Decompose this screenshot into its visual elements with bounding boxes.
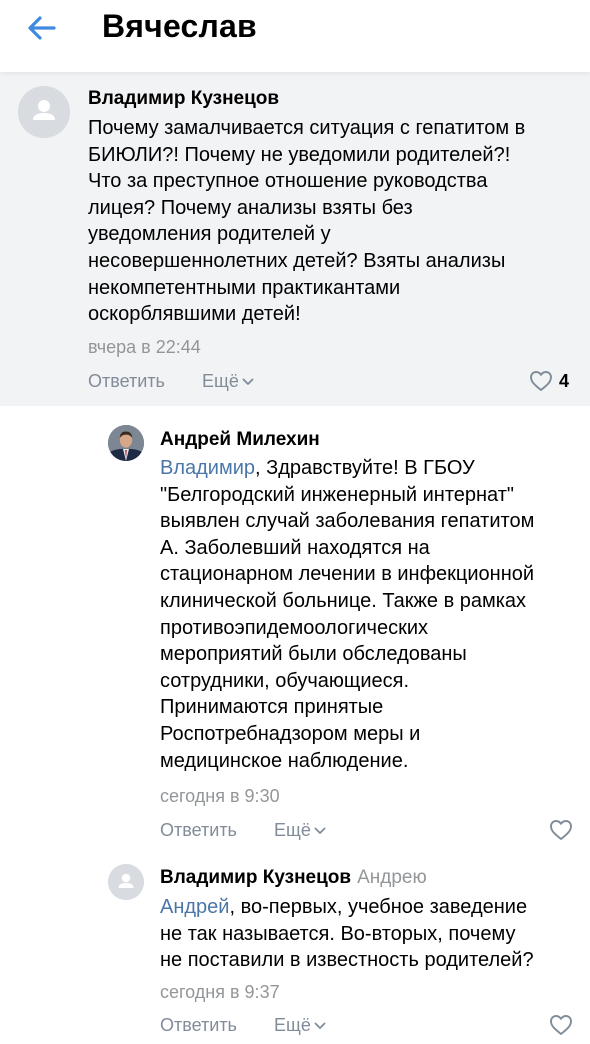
comment-author[interactable]: Андрей Милехин — [160, 429, 320, 451]
text-line: оскорблявшими детей! — [88, 303, 301, 326]
comment-timestamp: сегодня в 9:37 — [160, 982, 280, 1002]
user-silhouette-icon — [108, 864, 144, 900]
avatar[interactable] — [18, 86, 70, 138]
text-line: не поставили в известность родителей? — [160, 949, 534, 972]
text-line: "Белгородский инженерный интернат" — [160, 483, 515, 506]
chevron-down-icon — [314, 1022, 326, 1030]
comment-author[interactable]: Владимир Кузнецов — [88, 88, 279, 110]
more-label: Ещё — [274, 1015, 311, 1035]
more-label: Ещё — [274, 820, 311, 840]
avatar[interactable] — [108, 425, 144, 461]
reply-button[interactable]: Ответить — [160, 1015, 237, 1036]
text-line: лицея? Почему анализы взяты без — [88, 196, 413, 219]
text-line: А. Заболевший находятся на — [160, 536, 430, 559]
arrow-left-icon — [28, 16, 56, 40]
text-fragment: , Здравствуйте! В ГБОУ — [255, 457, 475, 479]
like-button[interactable]: 4 — [529, 370, 569, 392]
text-line: Владимир, Здравствуйте! В ГБОУ — [160, 455, 588, 482]
comment-timestamp: сегодня в 9:30 — [160, 786, 280, 806]
mention-link[interactable]: Владимир — [160, 457, 255, 479]
chevron-down-icon — [242, 378, 254, 386]
comment-text: Почему замалчивается ситуация с гепатито… — [88, 115, 588, 328]
chevron-down-icon — [314, 827, 326, 835]
like-button[interactable] — [549, 1014, 573, 1036]
text-line: стационарном лечении в инфекционной — [160, 563, 535, 586]
text-line: сотрудники, обучающиеся. — [160, 669, 410, 692]
comment-author[interactable]: Владимир Кузнецов Андрею — [160, 867, 427, 889]
comment-highlighted: Владимир Кузнецов Почему замалчивается с… — [0, 72, 590, 406]
comment-text: Владимир, Здравствуйте! В ГБОУ "Белгород… — [160, 455, 588, 774]
text-line: не так называется. Во-вторых, почему — [160, 922, 516, 945]
avatar[interactable] — [108, 864, 144, 900]
more-button[interactable]: Ещё — [274, 1015, 326, 1036]
comment-timestamp: вчера в 22:44 — [88, 337, 201, 357]
text-line: некомпетентными практикантами — [88, 276, 401, 299]
reply-to-label[interactable]: Андрею — [357, 867, 427, 888]
back-button[interactable] — [24, 10, 60, 46]
heart-outline-icon — [550, 820, 572, 840]
author-name: Владимир Кузнецов — [160, 867, 352, 888]
heart-outline-icon — [550, 1015, 572, 1035]
text-line: Принимаются принятые — [160, 696, 384, 719]
more-label: Ещё — [202, 371, 239, 391]
user-photo-icon — [108, 425, 144, 461]
text-line: несовершеннолетних детей? Взяты анализы — [88, 249, 506, 272]
more-button[interactable]: Ещё — [274, 820, 326, 841]
text-line: противоэпидемоологических — [160, 616, 428, 639]
text-line: Андрей, во-первых, учебное заведение — [160, 894, 588, 921]
text-line: БИЮЛИ?! Почему не уведомили родителей?! — [88, 143, 511, 166]
user-silhouette-icon — [18, 86, 70, 138]
comment-text: Андрей, во-первых, учебное заведение не … — [160, 894, 588, 974]
text-line: Роспотребнадзором меры и — [160, 722, 421, 745]
text-line: Почему замалчивается ситуация с гепатито… — [88, 117, 526, 139]
page-title: Вячеслав — [102, 8, 257, 44]
text-fragment: , во-первых, учебное заведение — [229, 896, 528, 918]
like-button[interactable] — [549, 819, 573, 841]
mention-link[interactable]: Андрей — [160, 896, 229, 918]
reply-button[interactable]: Ответить — [160, 820, 237, 841]
text-line: мероприятий были обследованы — [160, 643, 467, 666]
reply-button[interactable]: Ответить — [88, 371, 165, 392]
text-line: выявлен случай заболевания гепатитом — [160, 510, 535, 533]
more-button[interactable]: Ещё — [202, 371, 254, 392]
text-line: медицинское наблюдение. — [160, 749, 409, 772]
text-line: клинической больнице. Также в рамках — [160, 589, 527, 612]
top-bar: Вячеслав — [0, 0, 590, 72]
text-line: уведомления родителей у — [88, 223, 331, 246]
like-count: 4 — [559, 370, 570, 391]
text-line: Что за преступное отношение руководства — [88, 170, 488, 193]
heart-outline-icon — [530, 371, 552, 391]
